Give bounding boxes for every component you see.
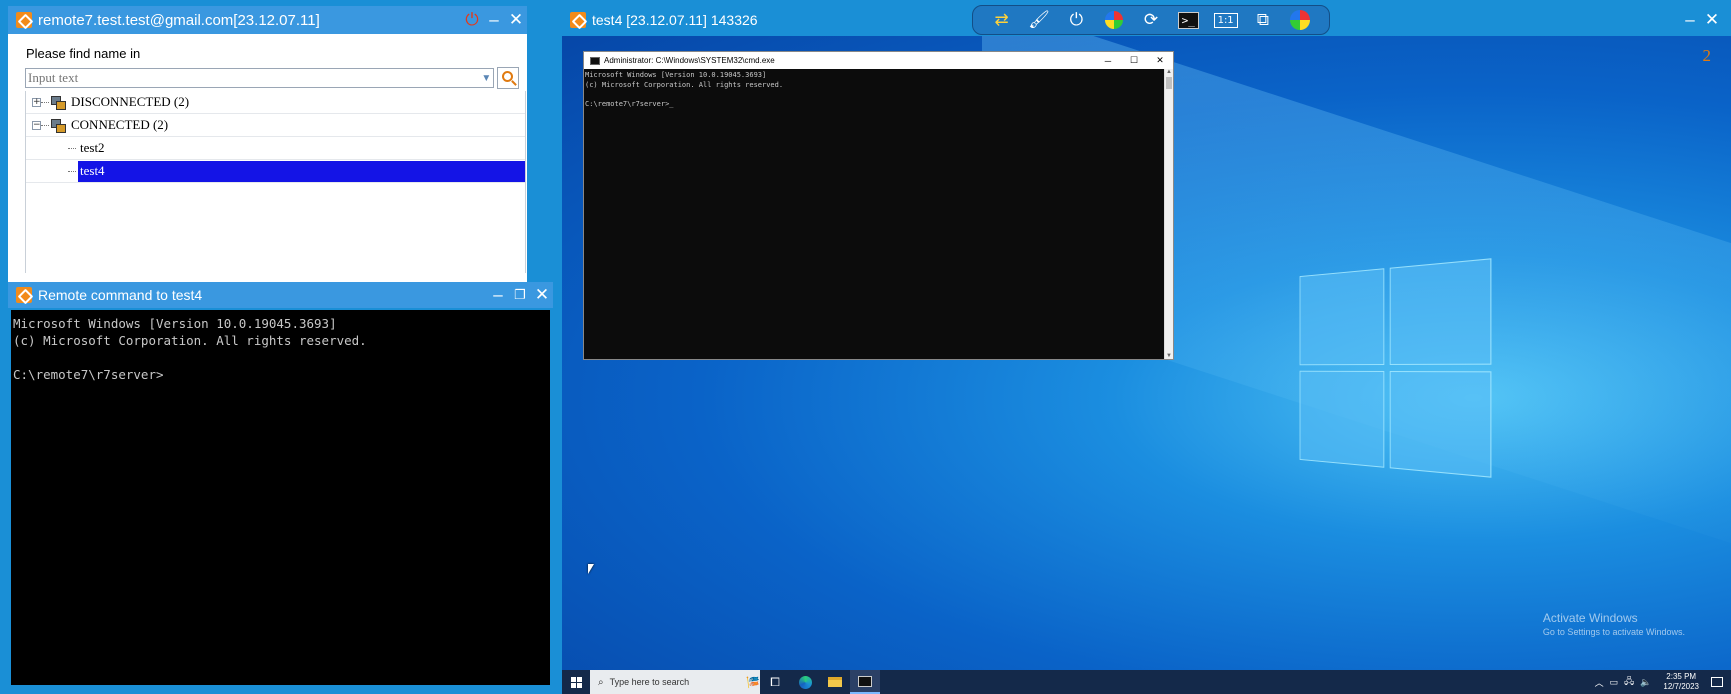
- refresh-icon[interactable]: ⟳: [1137, 8, 1165, 32]
- activate-windows-watermark: Activate Windows Go to Settings to activ…: [1543, 611, 1685, 639]
- file-explorer-icon[interactable]: [820, 670, 850, 694]
- restore-icon[interactable]: ❐: [509, 285, 531, 305]
- tree-item-label: test4: [78, 160, 525, 182]
- tree-connector: [41, 101, 49, 103]
- minimize-button[interactable]: –: [487, 285, 509, 305]
- taskbar-search[interactable]: ⌕ Type here to search 🎏: [590, 670, 760, 694]
- remote-command-console[interactable]: Microsoft Windows [Version 10.0.19045.36…: [11, 310, 550, 685]
- scrollbar-thumb[interactable]: [1166, 77, 1172, 89]
- windows-start-icon: [570, 676, 582, 688]
- remote-desktop-titlebar[interactable]: test4 [23.12.07.11] 143326 ⇄ 🖌 ⏻ ⟳ >_ 1:…: [562, 5, 1731, 35]
- app-logo-icon: [16, 287, 32, 303]
- tree-group-label: DISCONNECTED (2): [71, 94, 190, 109]
- task-view-icon[interactable]: ⧠: [760, 670, 790, 694]
- clock-time: 2:35 PM: [1666, 672, 1697, 681]
- find-label: Please find name in: [26, 46, 141, 61]
- tree-connector: [41, 124, 49, 126]
- search-icon: ⌕: [598, 676, 604, 688]
- main-window-body: Please find name in ▼ + DISCONNECTED (2)…: [8, 34, 527, 290]
- edge-browser-icon[interactable]: [790, 670, 820, 694]
- remote-command-title: Remote command to test4: [38, 287, 203, 303]
- expand-icon[interactable]: +: [32, 97, 41, 107]
- tree-item-test4[interactable]: test4: [26, 160, 525, 183]
- wallpaper-windows-logo: [1299, 258, 1492, 478]
- close-button[interactable]: ✕: [505, 10, 527, 30]
- scrollbar[interactable]: [1164, 69, 1173, 359]
- main-window-titlebar[interactable]: remote7.test.test@gmail.com[23.12.07.11]…: [8, 6, 527, 34]
- tree-connector: [68, 147, 76, 149]
- power-icon[interactable]: ⏻: [461, 10, 483, 30]
- start-button[interactable]: [562, 670, 590, 694]
- tree-item-test2[interactable]: test2: [26, 137, 525, 160]
- chevron-up-icon[interactable]: ︿: [1595, 676, 1604, 689]
- app-logo-icon: [570, 12, 586, 28]
- remote-toolbar: ⇄ 🖌 ⏻ ⟳ >_ 1:1 ⧉: [972, 5, 1330, 35]
- tree-group-label: CONNECTED (2): [71, 117, 169, 132]
- collapse-icon[interactable]: −: [32, 120, 41, 130]
- search-icon: [501, 70, 513, 82]
- cmd-icon: [590, 56, 600, 65]
- activate-title: Activate Windows: [1542, 611, 1638, 625]
- volume-icon[interactable]: 🔈: [1640, 677, 1651, 688]
- remote-cmd-titlebar[interactable]: Administrator: C:\Windows\SYSTEM32\cmd.e…: [584, 52, 1173, 69]
- remote-desktop-screen[interactable]: 2 Administrator: C:\Windows\SYSTEM32\cmd…: [562, 36, 1731, 694]
- taskbar-cmd-icon[interactable]: [850, 670, 880, 694]
- maximize-button[interactable]: ☐: [1121, 55, 1147, 66]
- main-window: remote7.test.test@gmail.com[23.12.07.11]…: [8, 6, 527, 290]
- search-button[interactable]: [497, 67, 519, 89]
- remote-desktop-window: test4 [23.12.07.11] 143326 ⇄ 🖌 ⏻ ⟳ >_ 1:…: [562, 5, 1731, 694]
- remote-cmd-title: Administrator: C:\Windows\SYSTEM32\cmd.e…: [604, 56, 775, 65]
- tree-group-disconnected[interactable]: + DISCONNECTED (2): [26, 91, 525, 114]
- close-button[interactable]: ✕: [1701, 10, 1723, 30]
- power-icon[interactable]: ⏻: [1062, 8, 1090, 32]
- taskbar: ⌕ Type here to search 🎏 ⧠ ︿ ▭ 🖧 🔈 2:35 P…: [562, 670, 1731, 694]
- search-combobox[interactable]: ▼: [25, 68, 495, 88]
- windows-orb-icon[interactable]: [1100, 8, 1128, 32]
- taskbar-search-placeholder: Type here to search: [609, 677, 690, 687]
- clock-date: 12/7/2023: [1663, 682, 1699, 691]
- search-highlight-icon: 🎏: [746, 676, 760, 689]
- group-icon: [51, 118, 66, 133]
- multi-monitor-icon[interactable]: ⧉: [1249, 8, 1277, 32]
- search-input[interactable]: [26, 70, 480, 86]
- search-row: ▼: [25, 67, 519, 89]
- remote-command-window: Remote command to test4 – ❐ ✕ Microsoft …: [8, 282, 553, 688]
- chevron-down-icon[interactable]: ▼: [479, 73, 493, 84]
- network-icon[interactable]: 🖧: [1624, 674, 1634, 690]
- remote-cmd-console[interactable]: Microsoft Windows [Version 10.0.19045.36…: [584, 69, 1164, 359]
- minimize-button[interactable]: –: [1679, 10, 1701, 30]
- mouse-cursor-icon: [588, 564, 594, 574]
- app-logo-icon: [16, 12, 32, 28]
- tree-item-label: test2: [80, 140, 105, 155]
- taskbar-clock[interactable]: 2:35 PM 12/7/2023: [1663, 672, 1699, 692]
- transfer-arrows-icon[interactable]: ⇄: [988, 8, 1016, 32]
- remote-command-titlebar[interactable]: Remote command to test4 – ❐ ✕: [8, 282, 553, 308]
- minimize-button[interactable]: ─: [1095, 56, 1121, 66]
- remote-desktop-title: test4 [23.12.07.11] 143326: [592, 12, 758, 28]
- color-mode-icon[interactable]: [1286, 8, 1314, 32]
- tree-connector: [68, 170, 76, 172]
- device-tree: + DISCONNECTED (2) − CONNECTED (2) test2…: [25, 91, 526, 273]
- tree-group-connected[interactable]: − CONNECTED (2): [26, 114, 525, 137]
- notification-icon[interactable]: [1711, 677, 1723, 687]
- monitor-number: 2: [1702, 46, 1712, 65]
- terminal-icon[interactable]: >_: [1174, 8, 1202, 32]
- actual-size-icon[interactable]: 1:1: [1212, 8, 1240, 32]
- system-tray: ︿ ▭ 🖧 🔈 2:35 PM 12/7/2023: [1595, 672, 1731, 692]
- activate-subtitle: Go to Settings to activate Windows.: [1542, 627, 1685, 637]
- minimize-button[interactable]: –: [483, 10, 505, 30]
- group-icon: [51, 95, 66, 110]
- brush-icon[interactable]: 🖌: [1025, 8, 1053, 32]
- close-button[interactable]: ✕: [1147, 55, 1173, 66]
- device-icon[interactable]: ▭: [1610, 677, 1619, 688]
- main-window-title: remote7.test.test@gmail.com[23.12.07.11]: [38, 11, 320, 29]
- remote-cmd-window[interactable]: Administrator: C:\Windows\SYSTEM32\cmd.e…: [583, 51, 1174, 360]
- close-button[interactable]: ✕: [531, 285, 553, 305]
